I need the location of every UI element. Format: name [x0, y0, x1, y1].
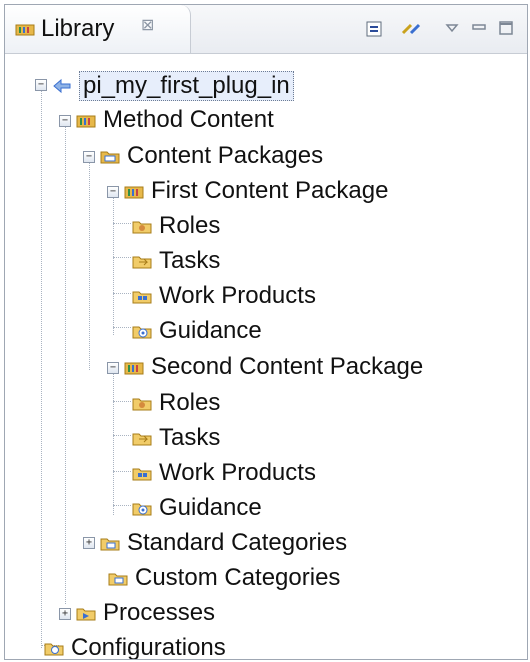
view-title: Library [41, 15, 115, 42]
work-products-icon [132, 468, 152, 481]
tree-label-work-products: Work Products [159, 459, 316, 486]
tree-item-configurations[interactable]: Configurations [43, 631, 226, 660]
package-icon [124, 186, 144, 199]
tree-item-guidance[interactable]: Guidance [131, 491, 262, 525]
tree-label-configurations: Configurations [71, 634, 226, 660]
tree-label-method-content: Method Content [103, 106, 274, 133]
collapse-all-icon[interactable] [365, 19, 385, 39]
guidance-icon [132, 503, 152, 516]
tree-label-roles: Roles [159, 389, 221, 416]
tree-item-guidance[interactable]: Guidance [131, 314, 262, 348]
expand-toggle-standard-categories[interactable]: + [83, 537, 95, 549]
view-menu-icon[interactable] [445, 19, 459, 39]
method-content-icon [76, 115, 96, 128]
tree-label-guidance: Guidance [159, 494, 262, 521]
tree-label-tasks: Tasks [159, 247, 221, 274]
tree-label-work-products: Work Products [159, 282, 316, 309]
processes-icon [76, 608, 96, 621]
tree-label-custom-categories: Custom Categories [135, 564, 341, 591]
tree-label-standard-categories: Standard Categories [127, 529, 348, 556]
tasks-icon [132, 433, 152, 446]
tree-item-roles[interactable]: Roles [131, 386, 220, 420]
tree-item-processes[interactable]: Processes [75, 596, 215, 630]
configurations-icon [44, 643, 64, 656]
tree-item-work-products[interactable]: Work Products [131, 456, 316, 490]
collapse-toggle-method-content[interactable]: − [59, 115, 71, 127]
standard-categories-icon [100, 538, 120, 551]
library-tree: − pi_my_first_plug_in − Method Content − [5, 55, 527, 659]
collapse-toggle-content-packages[interactable]: − [83, 151, 95, 163]
tree-label-guidance: Guidance [159, 317, 262, 344]
tree-item-roles[interactable]: Roles [131, 209, 220, 243]
tree-item-standard-categories[interactable]: Standard Categories [99, 526, 347, 560]
library-view: Library ⊠ − pi_my_first_plug_in − Method… [4, 4, 528, 660]
guidance-icon [132, 326, 152, 339]
collapse-toggle-first-package[interactable]: − [107, 186, 119, 198]
plugin-icon [53, 78, 71, 94]
collapse-toggle-second-package[interactable]: − [107, 362, 119, 374]
library-icon [15, 24, 35, 36]
minimize-icon[interactable] [471, 19, 487, 39]
tree-item-second-content-package[interactable]: Second Content Package [123, 350, 423, 384]
collapse-toggle-root[interactable]: − [35, 79, 47, 91]
tree-label-first-content-package: First Content Package [151, 177, 389, 204]
tab-library[interactable]: Library ⊠ [5, 5, 191, 53]
tree-item-content-packages[interactable]: Content Packages [99, 139, 323, 173]
tree-label-tasks: Tasks [159, 424, 221, 451]
tree-label-processes: Processes [103, 599, 216, 626]
link-with-editor-icon[interactable] [399, 19, 423, 39]
tree-item-tasks[interactable]: Tasks [131, 244, 220, 278]
tree-item-method-content[interactable]: Method Content [75, 103, 274, 137]
tree-item-root[interactable]: pi_my_first_plug_in [51, 69, 294, 103]
roles-icon [132, 221, 152, 234]
view-header: Library ⊠ [5, 5, 527, 54]
tree-label-content-packages: Content Packages [127, 142, 324, 169]
tree-item-custom-categories[interactable]: Custom Categories [107, 561, 340, 595]
close-icon[interactable]: ⊠ [141, 15, 154, 35]
expand-toggle-processes[interactable]: + [59, 608, 71, 620]
tree-item-tasks[interactable]: Tasks [131, 421, 220, 455]
custom-categories-icon [108, 573, 128, 586]
tree-label-roles: Roles [159, 212, 221, 239]
folder-icon [100, 151, 120, 164]
roles-icon [132, 398, 152, 411]
package-icon [124, 362, 144, 375]
tree-item-first-content-package[interactable]: First Content Package [123, 174, 388, 208]
tree-label-root: pi_my_first_plug_in [79, 71, 294, 101]
work-products-icon [132, 291, 152, 304]
maximize-icon[interactable] [497, 19, 515, 39]
tree-label-second-content-package: Second Content Package [151, 353, 424, 380]
tasks-icon [132, 256, 152, 269]
tree-item-work-products[interactable]: Work Products [131, 279, 316, 313]
